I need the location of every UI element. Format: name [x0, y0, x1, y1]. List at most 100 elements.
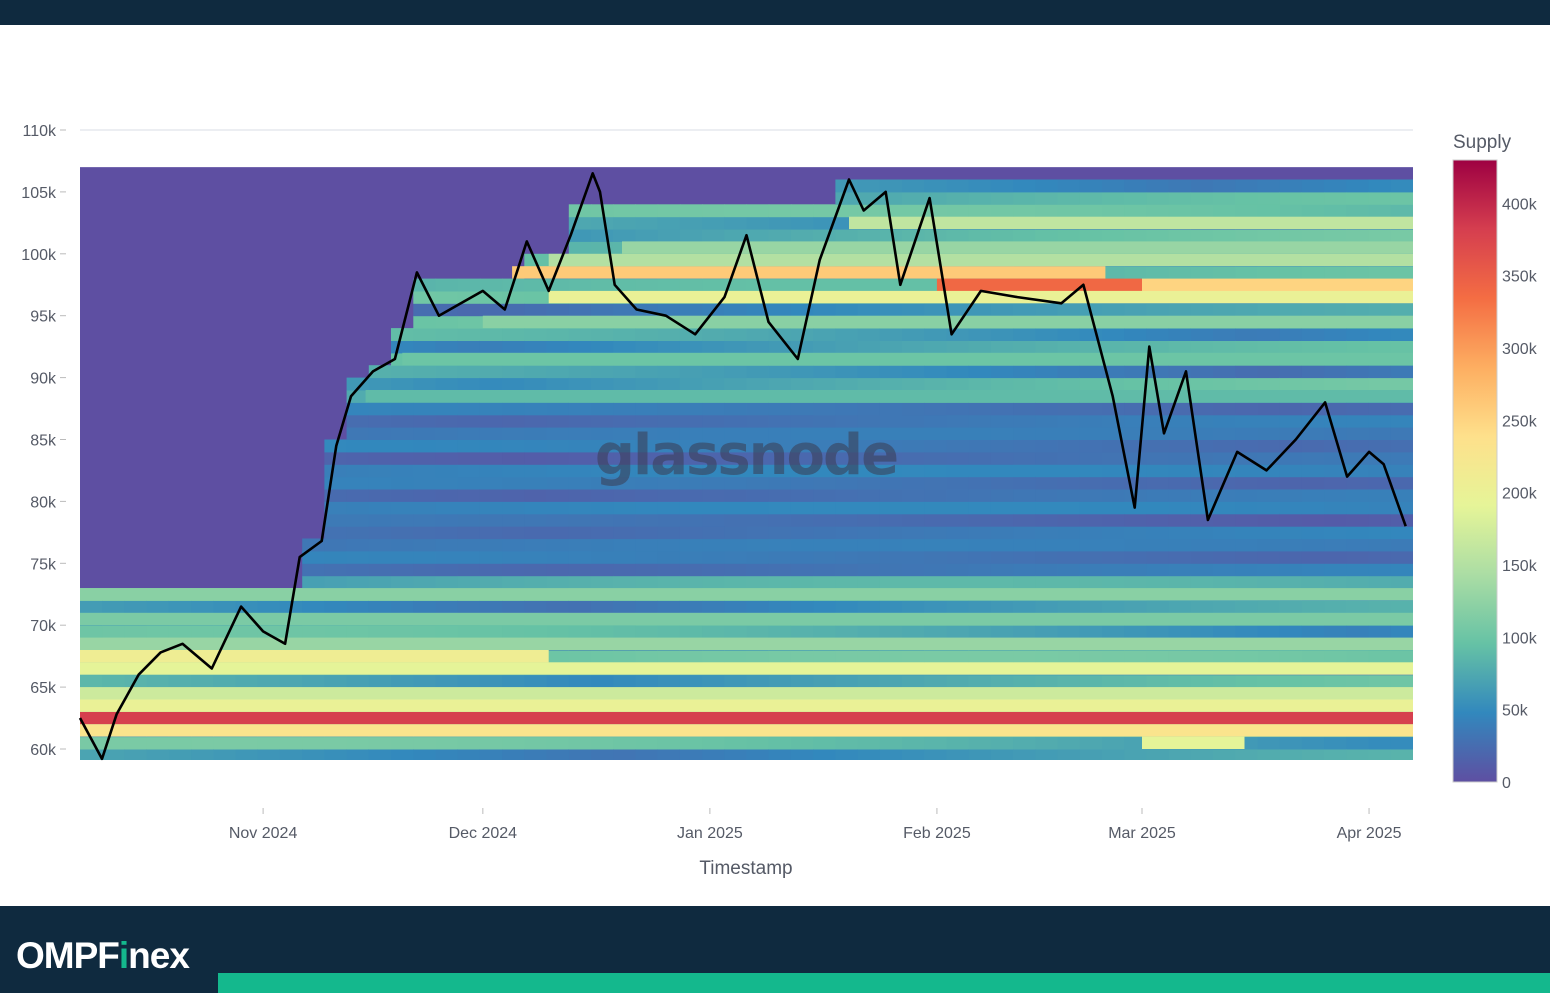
heatmap-cell — [168, 600, 192, 614]
heatmap-cell — [1035, 414, 1059, 428]
heatmap-cell — [879, 650, 903, 663]
heatmap-cell — [746, 526, 770, 540]
heatmap-cell — [1279, 575, 1303, 589]
heatmap-cell — [1102, 600, 1125, 614]
heatmap-cell — [502, 476, 525, 490]
heatmap-cell — [968, 191, 992, 205]
heatmap-cell — [746, 216, 770, 230]
heatmap-cell — [679, 278, 703, 292]
supply-band — [80, 588, 1413, 601]
heatmap-cell — [391, 340, 414, 354]
heatmap-cell — [1168, 340, 1192, 354]
heatmap-cell — [591, 749, 614, 760]
heatmap-cell — [502, 600, 525, 614]
heatmap-cell — [613, 749, 636, 760]
heatmap-cell — [857, 600, 881, 614]
heatmap-cell — [502, 489, 525, 502]
colorbar-tick-label: 100k — [1502, 630, 1538, 647]
heatmap-cell — [191, 600, 214, 614]
heatmap-cell — [546, 414, 570, 428]
heatmap-cell — [1301, 489, 1325, 502]
heatmap-cell — [679, 650, 703, 663]
heatmap-cell — [1279, 340, 1303, 354]
supply-band — [1142, 278, 1413, 291]
heatmap-cell — [835, 377, 859, 391]
heatmap-cell — [679, 749, 703, 760]
heatmap-cell — [924, 526, 947, 540]
heatmap-cell — [568, 377, 592, 391]
heatmap-cell — [879, 365, 903, 379]
heatmap-cell — [813, 501, 836, 515]
heatmap-cell — [1368, 402, 1392, 416]
heatmap-cell — [546, 303, 570, 317]
heatmap-cell — [990, 402, 1014, 416]
heatmap-cell — [790, 550, 814, 564]
supply-band — [80, 662, 1413, 675]
heatmap-cell — [1146, 365, 1170, 379]
heatmap-cell — [768, 674, 792, 688]
heatmap-cell — [479, 575, 503, 589]
heatmap-cell — [1124, 600, 1147, 614]
heatmap-cell — [346, 538, 370, 552]
heatmap-cell — [591, 650, 614, 663]
heatmap-cell — [324, 674, 348, 688]
heatmap-cell — [968, 625, 992, 639]
heatmap-cell — [1257, 625, 1281, 639]
heatmap-cell — [902, 538, 925, 552]
heatmap-cell — [1035, 229, 1059, 242]
heatmap-cell — [902, 749, 925, 760]
heatmap-cell — [1368, 526, 1392, 540]
heatmap-cell — [568, 538, 592, 552]
heatmap-cell — [413, 526, 437, 540]
heatmap-cell — [168, 749, 192, 760]
heatmap-cell — [657, 749, 681, 760]
heatmap-cell — [124, 749, 148, 760]
heatmap-cell — [813, 538, 836, 552]
heatmap-cell — [1213, 563, 1236, 577]
heatmap-cell — [1346, 563, 1370, 577]
heatmap-cell — [524, 501, 548, 515]
heatmap-cell — [879, 625, 903, 639]
heatmap-cell — [391, 575, 414, 589]
heatmap-cell — [768, 526, 792, 540]
heatmap-cell — [768, 625, 792, 639]
heatmap-cell — [368, 563, 392, 577]
heatmap-cell — [546, 451, 570, 465]
heatmap-cell — [257, 749, 281, 760]
heatmap-cell — [857, 674, 881, 688]
heatmap-cell — [1168, 229, 1192, 242]
heatmap-cell — [391, 538, 414, 552]
heatmap-cell — [524, 736, 548, 750]
heatmap-cell — [879, 736, 903, 750]
heatmap-cell — [591, 402, 614, 416]
heatmap-cell — [724, 550, 748, 564]
heatmap-cell — [146, 736, 170, 750]
heatmap-cell — [724, 575, 748, 589]
heatmap-cell — [435, 414, 459, 428]
heatmap-cell — [724, 538, 748, 552]
heatmap-cell — [302, 600, 325, 614]
heatmap-cell — [968, 229, 992, 242]
heatmap-cell — [191, 625, 214, 639]
heatmap-cell — [1079, 650, 1103, 663]
heatmap-cell — [924, 439, 947, 453]
supply-band — [1142, 736, 1245, 749]
heatmap-cell — [924, 650, 947, 663]
heatmap-cell — [1257, 600, 1281, 614]
heatmap-cell — [1346, 749, 1370, 760]
heatmap-cell — [1057, 414, 1081, 428]
heatmap-cell — [1168, 439, 1192, 453]
heatmap-cell — [1013, 191, 1036, 205]
heatmap-cell — [1213, 600, 1236, 614]
y-tick-label: 100k — [21, 247, 57, 264]
heatmap-cell — [1168, 303, 1192, 317]
heatmap-cell — [1146, 513, 1170, 527]
heatmap-cell — [1035, 328, 1059, 341]
heatmap-cell — [902, 328, 925, 341]
heatmap-cell — [635, 736, 659, 750]
heatmap-cell — [879, 501, 903, 515]
heatmap-cell — [435, 563, 459, 577]
heatmap-cell — [679, 377, 703, 391]
heatmap-cell — [790, 736, 814, 750]
y-tick-label: 110k — [22, 123, 57, 140]
